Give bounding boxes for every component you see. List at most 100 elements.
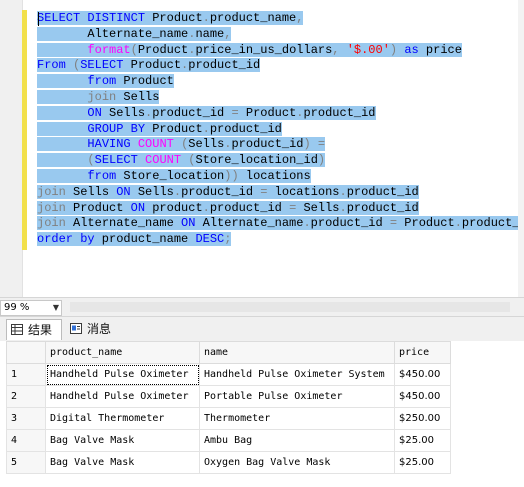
code-token: join (37, 184, 66, 199)
cell-product-name[interactable]: Handheld Pulse Oximeter (45, 385, 200, 408)
column-header-name[interactable]: name (199, 341, 395, 364)
query-editor[interactable]: SELECT DISTINCT Product.product_name, Al… (0, 0, 524, 297)
results-grid-area: product_name name price 1 Handheld Pulse … (0, 341, 524, 487)
code-token: product_id (310, 216, 390, 231)
code-token: product_id (461, 216, 524, 231)
code-token: product_id (209, 121, 282, 136)
code-token: . (339, 200, 347, 215)
cell-name[interactable]: Handheld Pulse Oximeter System (199, 363, 395, 386)
code-token: ON (87, 105, 102, 120)
selected-text: SELECT DISTINCT Product.product_name, (37, 11, 304, 25)
code-token: GROUP BY (87, 121, 146, 136)
code-token: locations (267, 184, 340, 199)
code-token: Product (65, 200, 131, 215)
row-number[interactable]: 3 (6, 407, 46, 430)
selected-text: From (SELECT Product.product_id (37, 58, 261, 73)
code-token: Product (137, 42, 189, 57)
code-line[interactable]: From (SELECT Product.product_id (37, 58, 524, 74)
code-token: join (37, 216, 66, 231)
code-token: Sells (188, 137, 225, 152)
code-line[interactable]: format(Product.price_in_us_dollars, '$.0… (37, 42, 524, 59)
results-grid: product_name name price 1 Handheld Pulse … (6, 341, 451, 474)
code-token: HAVING (87, 137, 131, 152)
code-token: Product (145, 11, 203, 25)
code-line[interactable]: from Product (37, 74, 524, 90)
code-line[interactable]: join Alternate_name ON Alternate_name.pr… (37, 216, 524, 232)
table-row[interactable]: 4 Bag Valve Mask Ambu Bag $25.00 (6, 429, 451, 452)
cell-price[interactable]: $250.00 (394, 407, 451, 430)
cell-name[interactable]: Thermometer (199, 407, 395, 430)
code-token: ON (181, 216, 196, 231)
code-line[interactable]: SELECT DISTINCT Product.product_name, (37, 11, 524, 27)
table-row[interactable]: 2 Handheld Pulse Oximeter Portable Pulse O… (6, 385, 451, 408)
code-line[interactable]: GROUP BY Product.product_id (37, 121, 524, 138)
code-token: Store_location (116, 168, 225, 183)
code-token: product_id (188, 58, 261, 73)
code-token: ) (317, 153, 326, 168)
editor-horizontal-scrollbar[interactable] (70, 302, 510, 312)
code-token: ON (130, 200, 146, 215)
cell-price[interactable]: $25.00 (394, 429, 451, 452)
results-tabbar: 结果 消息 (0, 317, 524, 341)
code-line[interactable]: from Store_location)) locations (37, 168, 524, 185)
editor-gutter (0, 0, 23, 297)
cell-name[interactable]: Ambu Bag (199, 429, 395, 452)
selected-text: ON Sells.product_id = Product.product_id (37, 105, 376, 120)
sql-code[interactable]: SELECT DISTINCT Product.product_name, Al… (37, 11, 524, 248)
code-line[interactable]: HAVING COUNT (Sells.product_id) = (37, 137, 524, 153)
code-token: Product (397, 216, 455, 231)
code-token: )) (224, 168, 239, 183)
row-number[interactable]: 4 (6, 429, 46, 452)
code-token: join (87, 89, 117, 104)
code-line[interactable]: order by product_name DESC; (37, 232, 524, 248)
code-token: = (317, 137, 326, 152)
cell-product-name[interactable]: Digital Thermometer (45, 407, 200, 430)
selected-text: join Product ON product.product_id = Sel… (37, 200, 419, 215)
code-token: Product (123, 58, 182, 73)
code-line[interactable]: join Sells (37, 89, 524, 106)
code-line[interactable]: Alternate_name.name, (37, 26, 524, 43)
code-token: ) (303, 137, 311, 152)
cell-product-name[interactable]: Handheld Pulse Oximeter (45, 363, 200, 386)
code-token: locations (238, 168, 311, 183)
table-row[interactable]: 3 Digital Thermometer Thermometer $250.00 (6, 407, 451, 430)
row-number[interactable]: 5 (6, 451, 46, 474)
code-line[interactable]: (SELECT COUNT (Store_location_id) (37, 153, 524, 169)
row-number[interactable]: 2 (6, 385, 46, 408)
code-token: = (389, 216, 398, 231)
editor-status-strip: 99 % ▼ (0, 297, 524, 317)
cell-name[interactable]: Portable Pulse Oximeter (199, 385, 395, 408)
zoom-dropdown[interactable]: 99 % ▼ (0, 300, 62, 316)
code-token: Sells (65, 184, 117, 199)
cell-product-name[interactable]: Bag Valve Mask (45, 451, 200, 474)
code-token: Sells (296, 200, 340, 215)
cell-price[interactable]: $450.00 (394, 385, 451, 408)
cell-name[interactable]: Oxygen Bag Valve Mask (199, 451, 395, 474)
tab-results[interactable]: 结果 (6, 319, 62, 340)
table-row[interactable]: 5 Bag Valve Mask Oxygen Bag Valve Mask $25.… (6, 451, 451, 474)
code-token: Sells (130, 184, 174, 199)
column-header-product-name[interactable]: product_name (45, 341, 200, 364)
code-token: SELECT (80, 58, 124, 73)
table-row[interactable]: 1 Handheld Pulse Oximeter Handheld Pulse O… (6, 363, 451, 386)
selected-text: GROUP BY Product.product_id (37, 121, 282, 136)
row-number[interactable]: 1 (6, 363, 46, 386)
tab-messages[interactable]: 消息 (66, 319, 118, 339)
editor-vertical-scrollbar[interactable] (518, 0, 524, 297)
cell-price[interactable]: $25.00 (394, 451, 451, 474)
column-header-price[interactable]: price (394, 341, 451, 364)
code-line[interactable]: join Sells ON Sells.product_id = locatio… (37, 184, 524, 201)
code-token: . (173, 184, 182, 199)
code-line[interactable]: ON Sells.product_id = Product.product_id (37, 105, 524, 122)
code-line[interactable]: join Product ON product.product_id = Sel… (37, 200, 524, 217)
cell-price[interactable]: $450.00 (394, 363, 451, 386)
selected-text: from Product (37, 74, 174, 89)
row-number-header[interactable] (6, 341, 46, 364)
cell-product-name[interactable]: Bag Valve Mask (45, 429, 200, 452)
